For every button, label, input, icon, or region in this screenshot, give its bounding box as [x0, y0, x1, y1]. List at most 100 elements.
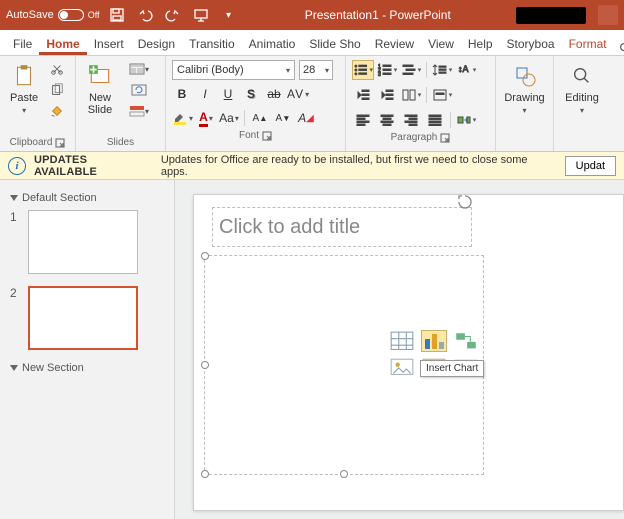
group-editing: Editing ▾ x	[554, 56, 610, 151]
cut-icon[interactable]	[46, 60, 68, 78]
update-button[interactable]: Updat	[565, 156, 616, 176]
clear-formatting-button[interactable]: A◢	[296, 108, 316, 128]
paste-button[interactable]: Paste ▾	[6, 60, 42, 117]
tab-review[interactable]: Review	[368, 32, 421, 55]
rotate-handle-icon[interactable]	[456, 193, 474, 214]
insert-smartart-icon[interactable]	[453, 330, 479, 352]
section-label: New Section	[22, 362, 84, 374]
insert-table-icon[interactable]	[389, 330, 415, 352]
section-header-new[interactable]: New Section	[10, 362, 164, 374]
tab-file[interactable]: File	[6, 32, 39, 55]
dialog-launcher-icon[interactable]	[262, 131, 272, 141]
svg-text:3: 3	[378, 72, 381, 77]
insert-pictures-icon[interactable]	[389, 356, 415, 378]
thumbnail-pane[interactable]: Default Section 1 2 New Section	[0, 180, 175, 519]
section-label: Default Section	[22, 192, 97, 204]
slide-canvas[interactable]: Click to add title	[175, 180, 624, 519]
font-name-value: Calibri (Body)	[177, 64, 244, 76]
new-slide-label: New Slide	[88, 92, 112, 116]
group-paragraph: ▾ 123▾ ▾ ▾ ↕A▾ ▾ ▾ ▾	[346, 56, 496, 151]
editing-label: Editing	[565, 92, 599, 104]
group-font: Calibri (Body)▾ 28▾ B I U S ab AV▾ ▾ A▾ …	[166, 56, 346, 151]
text-direction-button[interactable]: ↕A▾	[455, 60, 477, 80]
group-label-font: Font	[239, 130, 259, 141]
shrink-font-button[interactable]: A▼	[273, 108, 293, 128]
tab-animations[interactable]: Animatio	[242, 32, 303, 55]
tab-slideshow[interactable]: Slide Sho	[302, 32, 367, 55]
highlight-color-button[interactable]: ▾	[172, 108, 193, 128]
strikethrough-button[interactable]: ab	[264, 84, 284, 104]
insert-chart-icon[interactable]	[421, 330, 447, 352]
section-header-default[interactable]: Default Section	[10, 192, 164, 204]
selection-handle[interactable]	[201, 252, 209, 260]
tell-me-search-icon[interactable]	[618, 41, 624, 55]
slide: Click to add title	[193, 194, 624, 511]
undo-icon[interactable]	[134, 4, 156, 26]
bold-button[interactable]: B	[172, 84, 192, 104]
shadow-button[interactable]: S	[241, 84, 261, 104]
tab-home[interactable]: Home	[39, 32, 86, 55]
selection-handle[interactable]	[201, 361, 209, 369]
tab-transitions[interactable]: Transitio	[182, 32, 242, 55]
ribbon-tabs: File Home Insert Design Transitio Animat…	[0, 30, 624, 56]
reset-icon[interactable]	[122, 81, 156, 99]
find-icon	[568, 62, 596, 90]
format-painter-icon[interactable]	[46, 102, 68, 120]
list-level-button[interactable]: ▾	[400, 60, 422, 80]
underline-button[interactable]: U	[218, 84, 238, 104]
slide-number: 2	[10, 286, 20, 350]
editing-button[interactable]: Editing ▾	[561, 60, 603, 117]
tab-insert[interactable]: Insert	[87, 32, 131, 55]
redo-icon[interactable]	[162, 4, 184, 26]
thumbnail-2[interactable]: 2	[10, 286, 164, 350]
copy-icon[interactable]	[46, 81, 68, 99]
autosave-toggle[interactable]: AutoSave Off	[6, 9, 100, 21]
selection-handle[interactable]	[201, 470, 209, 478]
collapse-icon	[10, 365, 18, 371]
ribbon-display-icon[interactable]	[598, 5, 618, 25]
decrease-indent-button[interactable]	[352, 85, 374, 105]
character-spacing-button[interactable]: AV▾	[287, 84, 309, 104]
layout-icon[interactable]: ▾	[122, 60, 156, 78]
tab-design[interactable]: Design	[131, 32, 182, 55]
selection-handle[interactable]	[340, 470, 348, 478]
change-case-button[interactable]: Aa▾	[219, 108, 239, 128]
align-text-button[interactable]: ▾	[431, 85, 453, 105]
tab-storyboard[interactable]: Storyboa	[500, 32, 562, 55]
insert-chart-tooltip: Insert Chart	[420, 360, 484, 377]
dialog-launcher-icon[interactable]	[440, 133, 450, 143]
align-center-button[interactable]	[376, 110, 398, 130]
font-color-button[interactable]: A▾	[196, 108, 216, 128]
qa-more-icon[interactable]: ▾	[218, 4, 240, 26]
group-label-clipboard: Clipboard	[10, 137, 53, 148]
font-size-combo[interactable]: 28▾	[299, 60, 333, 80]
font-size-value: 28	[303, 64, 315, 76]
drawing-button[interactable]: Drawing ▾	[500, 60, 548, 117]
thumbnail-1[interactable]: 1	[10, 210, 164, 274]
paste-icon	[10, 62, 38, 90]
tab-help[interactable]: Help	[461, 32, 500, 55]
save-icon[interactable]	[106, 4, 128, 26]
justify-button[interactable]	[424, 110, 446, 130]
align-left-button[interactable]	[352, 110, 374, 130]
line-spacing-button[interactable]: ▾	[431, 60, 453, 80]
italic-button[interactable]: I	[195, 84, 215, 104]
group-slides: New Slide ▾ ▾ Slides	[76, 56, 166, 151]
dialog-launcher-icon[interactable]	[55, 138, 65, 148]
new-slide-button[interactable]: New Slide	[82, 60, 118, 118]
grow-font-button[interactable]: A▲	[250, 108, 270, 128]
work-area: Default Section 1 2 New Section Click to…	[0, 180, 624, 519]
smartart-button[interactable]: ▾	[455, 110, 477, 130]
tab-format[interactable]: Format	[562, 32, 614, 55]
add-remove-columns-button[interactable]: ▾	[400, 85, 422, 105]
title-placeholder[interactable]: Click to add title	[212, 207, 472, 247]
bullets-button[interactable]: ▾	[352, 60, 374, 80]
slideshow-start-icon[interactable]	[190, 4, 212, 26]
align-right-button[interactable]	[400, 110, 422, 130]
section-icon[interactable]: ▾	[122, 102, 156, 120]
font-name-combo[interactable]: Calibri (Body)▾	[172, 60, 295, 80]
increase-indent-button[interactable]	[376, 85, 398, 105]
tab-view[interactable]: View	[421, 32, 461, 55]
numbering-button[interactable]: 123▾	[376, 60, 398, 80]
new-slide-icon	[86, 62, 114, 90]
